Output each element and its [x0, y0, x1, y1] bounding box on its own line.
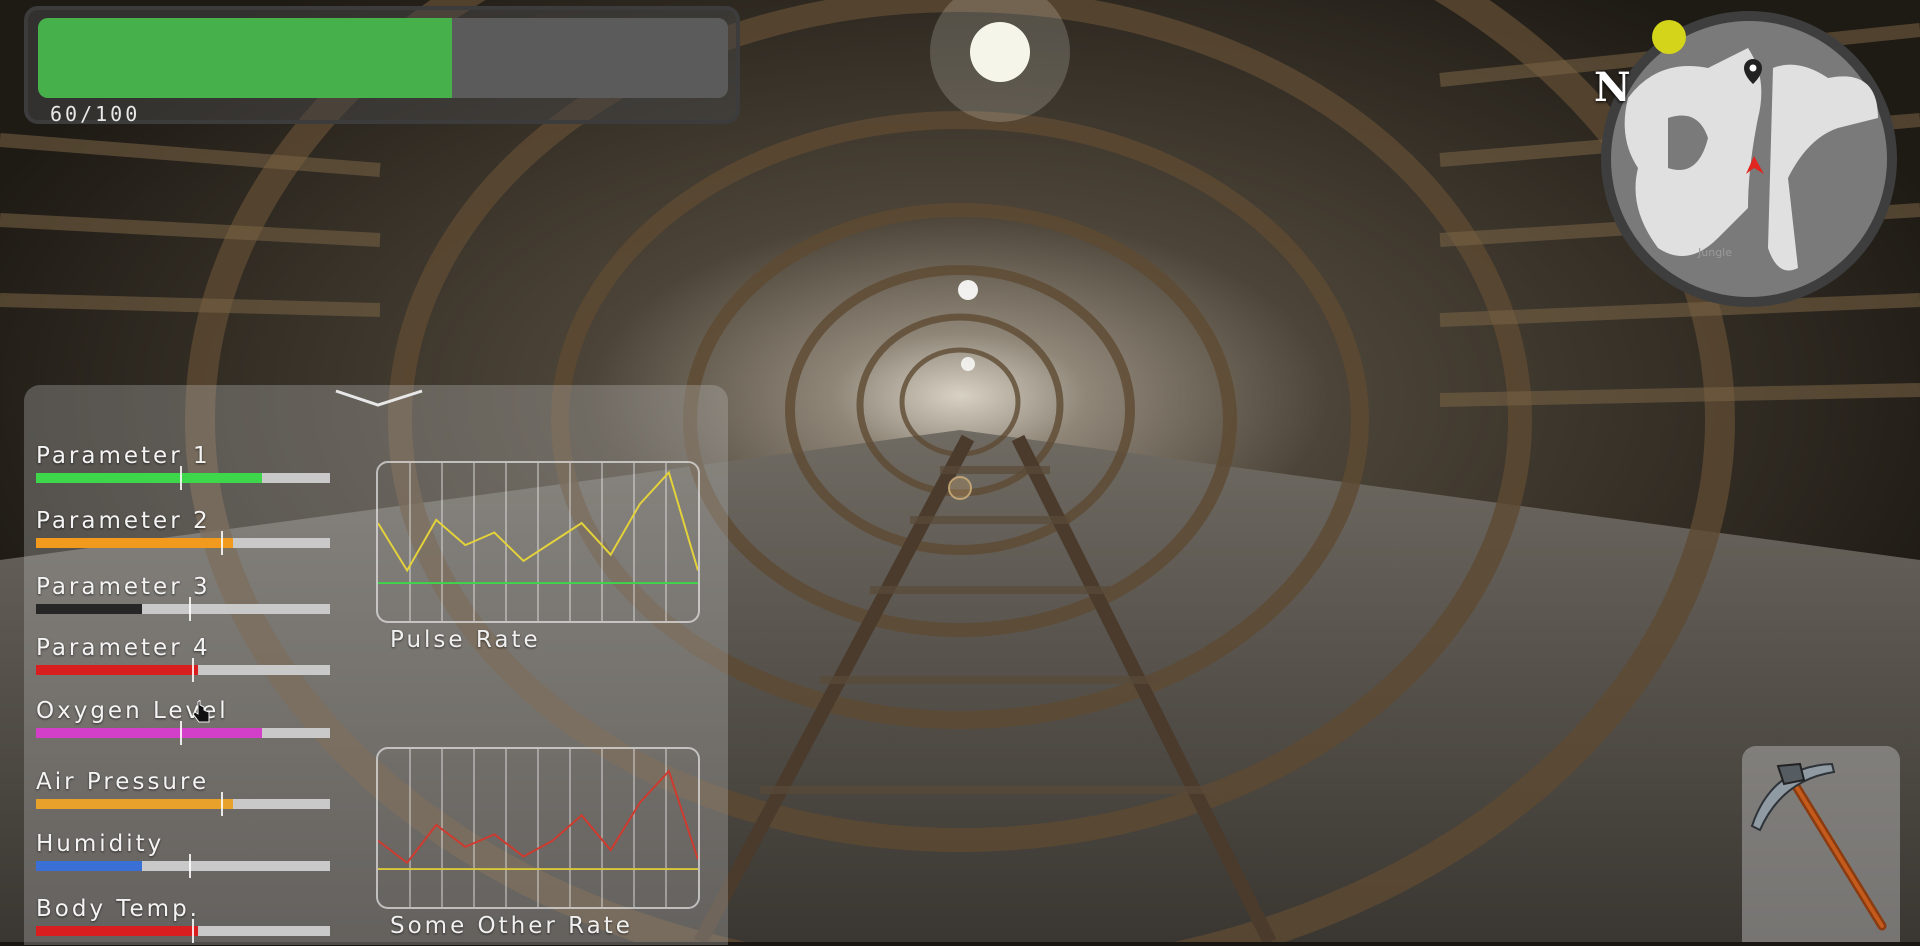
parameter-fill [36, 926, 198, 936]
parameter-slider[interactable] [36, 597, 330, 621]
parameter-fill [36, 728, 263, 738]
parameter-slider[interactable] [36, 531, 330, 555]
health-bar: 60/100 [24, 6, 740, 126]
vitals-panel: Parameter 1 Parameter 2 Parameter 3 Paramet… [24, 385, 728, 945]
parameter-label: Air Pressure [36, 769, 210, 795]
health-track [38, 18, 728, 98]
crosshair [948, 476, 972, 500]
parameter-row: Parameter 2 [36, 508, 336, 555]
parameter-row: Oxygen Level [36, 698, 336, 745]
parameter-slider[interactable] [36, 658, 330, 682]
parameter-label: Parameter 2 [36, 508, 211, 534]
parameter-fill [36, 604, 142, 614]
compass-north-label: N [1594, 64, 1631, 111]
parameter-label: Oxygen Level [36, 698, 229, 724]
parameter-slider[interactable] [36, 919, 330, 943]
status-dot [1652, 20, 1686, 54]
parameter-fill [36, 473, 263, 483]
pulse-rate-graph [376, 461, 700, 623]
parameter-slider[interactable] [36, 854, 330, 878]
mouse-cursor-icon [192, 700, 210, 723]
other-rate-graph [376, 747, 700, 909]
minimap[interactable]: Jungle N [1594, 8, 1900, 310]
parameter-marker [221, 531, 224, 555]
parameter-slider[interactable] [36, 466, 330, 490]
parameter-slider[interactable] [36, 721, 330, 745]
tool-slot[interactable] [1742, 746, 1900, 942]
parameter-row: Parameter 1 [36, 443, 336, 490]
parameter-marker [191, 658, 194, 682]
panel-notch-icon [335, 389, 423, 407]
parameter-marker [221, 792, 224, 816]
other-rate-label: Some Other Rate [390, 913, 633, 939]
parameter-label: Parameter 1 [36, 443, 211, 469]
parameter-row: Humidity [36, 831, 336, 878]
parameter-fill [36, 538, 233, 548]
parameter-row: Parameter 4 [36, 635, 336, 682]
minimap-place-label: Jungle [1697, 246, 1732, 259]
parameter-row: Air Pressure [36, 769, 336, 816]
parameter-fill [36, 799, 233, 809]
parameter-marker [188, 854, 191, 878]
health-value: 60/100 [50, 102, 141, 126]
parameter-marker [180, 721, 183, 745]
parameter-label: Humidity [36, 831, 165, 857]
health-fill [38, 18, 452, 98]
parameter-label: Parameter 3 [36, 574, 211, 600]
parameter-row: Parameter 3 [36, 574, 336, 621]
pickaxe-icon [1750, 762, 1887, 931]
parameter-marker [188, 597, 191, 621]
parameter-fill [36, 665, 198, 675]
parameter-slider[interactable] [36, 792, 330, 816]
parameter-fill [36, 861, 142, 871]
parameter-marker [180, 466, 183, 490]
pulse-rate-label: Pulse Rate [390, 627, 541, 653]
parameter-label: Parameter 4 [36, 635, 211, 661]
parameter-marker [191, 919, 194, 943]
parameter-label: Body Temp. [36, 896, 200, 922]
parameter-row: Body Temp. [36, 896, 336, 943]
